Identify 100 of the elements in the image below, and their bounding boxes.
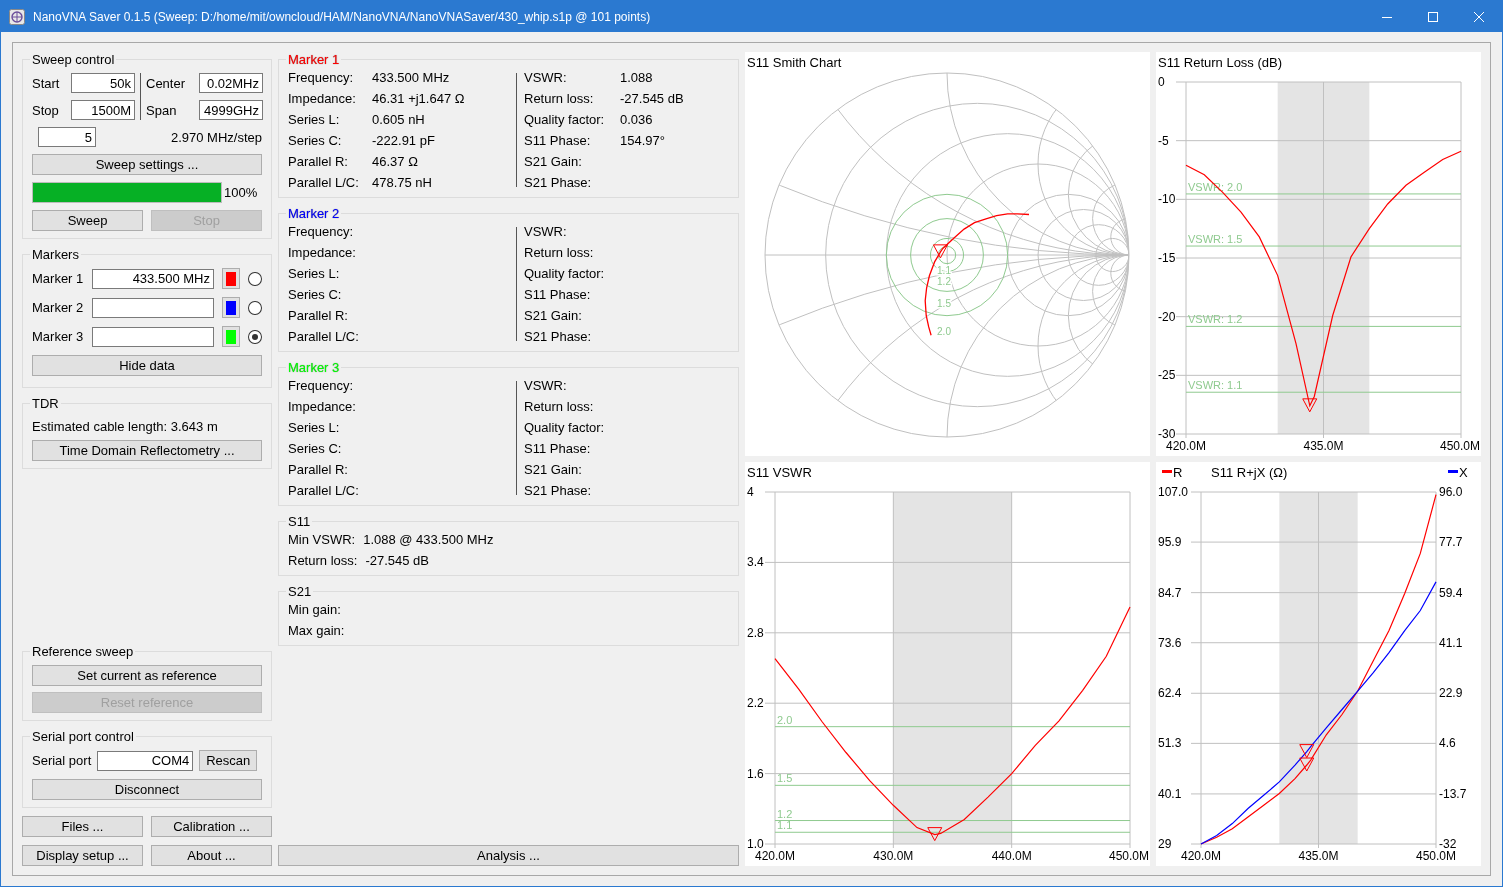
field-label: Frequency: <box>288 224 355 239</box>
tick-label: 435.0M <box>1298 849 1339 863</box>
tdr-button[interactable]: Time Domain Reflectometry ... <box>32 440 262 461</box>
field-label: Parallel L/C: <box>288 175 360 190</box>
tick-label: -32 <box>1439 837 1457 851</box>
tick-label: 22.9 <box>1439 686 1463 701</box>
cable-length-text: Estimated cable length: 3.643 m <box>32 419 219 434</box>
field-label: S11 Phase: <box>524 441 592 456</box>
dialog-button[interactable]: Display setup ... <box>22 845 143 866</box>
tick-label: 84.7 <box>1158 585 1182 600</box>
vswr-label: 1.2 <box>777 807 793 820</box>
tick-label: 420.0M <box>755 849 795 863</box>
dialog-button[interactable]: About ... <box>151 845 272 866</box>
radio-button[interactable] <box>248 271 262 286</box>
field-label: S21 Phase: <box>524 329 593 344</box>
vswr-label: 1.5 <box>777 772 793 785</box>
color-button[interactable] <box>221 297 241 318</box>
field-label: Quality factor: <box>524 266 606 281</box>
field-label: Max gain: <box>288 623 345 638</box>
input-field[interactable]: 4999GHz <box>199 100 263 120</box>
color-button[interactable] <box>221 326 241 347</box>
field-label: VSWR: <box>524 224 568 239</box>
field-label: Span <box>146 102 178 118</box>
field-label: S21 Gain: <box>524 308 583 323</box>
field-label: Series C: <box>288 441 343 456</box>
field-label: Return loss: <box>524 399 595 414</box>
field-label: S21 Phase: <box>524 175 593 190</box>
tick-label: 1.6 <box>747 766 764 781</box>
field-label: Return loss: <box>524 245 595 260</box>
input-field[interactable] <box>91 326 214 347</box>
chart-title: S11 Smith Chart <box>747 55 842 70</box>
tick-label: -5 <box>1158 133 1169 148</box>
tick-label: 0 <box>1158 75 1165 89</box>
tick-label: -10 <box>1158 192 1176 207</box>
input-field[interactable]: 50k <box>71 73 135 93</box>
sweep-button[interactable]: Sweep <box>32 210 143 231</box>
tick-label: 95.9 <box>1158 535 1182 550</box>
reference-button[interactable]: Set current as reference <box>32 665 262 686</box>
group-title: S11 <box>287 514 312 529</box>
chart-title: S11 VSWR <box>747 465 812 480</box>
field-label: Parallel L/C: <box>288 483 360 498</box>
close-icon[interactable] <box>1474 11 1484 22</box>
step-text: 2.970 MHz/step <box>170 129 262 145</box>
radio-button[interactable] <box>248 329 262 344</box>
field-label: Return loss: <box>288 553 358 568</box>
field-value: -27.545 dB <box>620 91 684 106</box>
field-label: Start <box>32 75 61 91</box>
progress-text: 100% <box>224 185 258 200</box>
field-label: Min VSWR: <box>288 532 356 547</box>
group-title: Marker 1 <box>287 52 341 67</box>
legend-label: X <box>1459 465 1468 480</box>
field-label: S21 Gain: <box>524 462 583 477</box>
field-value: 154.97° <box>620 133 666 148</box>
group-title: S21 <box>287 584 313 599</box>
input-field[interactable]: 433.500 MHz <box>91 268 214 289</box>
app-icon <box>9 8 25 25</box>
field-value: 0.605 nH <box>372 112 426 127</box>
field-label: Stop <box>32 102 60 118</box>
field-label: Parallel L/C: <box>288 329 360 344</box>
field-label: Quality factor: <box>524 112 606 127</box>
group-title: Marker 3 <box>287 360 341 375</box>
input-field[interactable]: 5 <box>38 127 96 147</box>
dialog-button[interactable]: Calibration ... <box>151 816 272 837</box>
chart-title: S11 R+jX (Ω) <box>1211 465 1288 480</box>
input-field[interactable]: 0.02MHz <box>199 73 263 93</box>
marker-icon <box>1299 744 1315 759</box>
marker-label: Marker 3 <box>32 329 85 344</box>
tick-label: 430.0M <box>873 849 914 863</box>
radio-button[interactable] <box>248 300 262 315</box>
field-label: VSWR: <box>524 378 568 393</box>
group-title: Marker 2 <box>287 206 341 221</box>
tick-label: 435.0M <box>1303 439 1344 453</box>
field-value: -222.91 pF <box>372 133 436 148</box>
maximize-icon[interactable] <box>1428 11 1438 22</box>
field-label: Parallel R: <box>288 154 349 169</box>
rescan-button[interactable]: Rescan <box>199 750 258 771</box>
input-field[interactable]: COM4 <box>97 750 194 771</box>
field-value: 478.75 nH <box>372 175 433 190</box>
disconnect-button[interactable]: Disconnect <box>32 779 262 800</box>
field-label: Series L: <box>288 420 341 435</box>
tick-label: 450.0M <box>1439 439 1480 453</box>
vswr-label: 2.0 <box>777 713 793 726</box>
dialog-button[interactable]: Files ... <box>22 816 143 837</box>
tick-label: 51.3 <box>1158 736 1182 751</box>
analysis-button[interactable]: Analysis ... <box>278 845 739 866</box>
vswr-label: 2.0 <box>937 325 951 337</box>
hide-data-button[interactable]: Hide data <box>32 355 262 376</box>
marker-icon <box>927 827 943 842</box>
input-field[interactable] <box>91 297 214 318</box>
color-button[interactable] <box>221 268 241 289</box>
vswr-label: 1.2 <box>937 275 951 287</box>
field-label: VSWR: <box>524 70 568 85</box>
input-field[interactable]: 1500M <box>71 100 135 120</box>
field-value: -27.545 dB <box>365 553 429 568</box>
tick-label: 3.4 <box>747 555 764 570</box>
tick-label: 29 <box>1158 837 1172 851</box>
window-title: NanoVNA Saver 0.1.5 (Sweep: D:/home/mit/owncloud/HAM/NanoVNA/NanoVNASaver/430_whip.s1p @ 101 points) <box>33 9 652 24</box>
vswr-label: VSWR: 1.5 <box>1188 233 1243 246</box>
legend-swatch <box>1448 470 1458 473</box>
sweep-settings-button[interactable]: Sweep settings ... <box>32 154 262 175</box>
